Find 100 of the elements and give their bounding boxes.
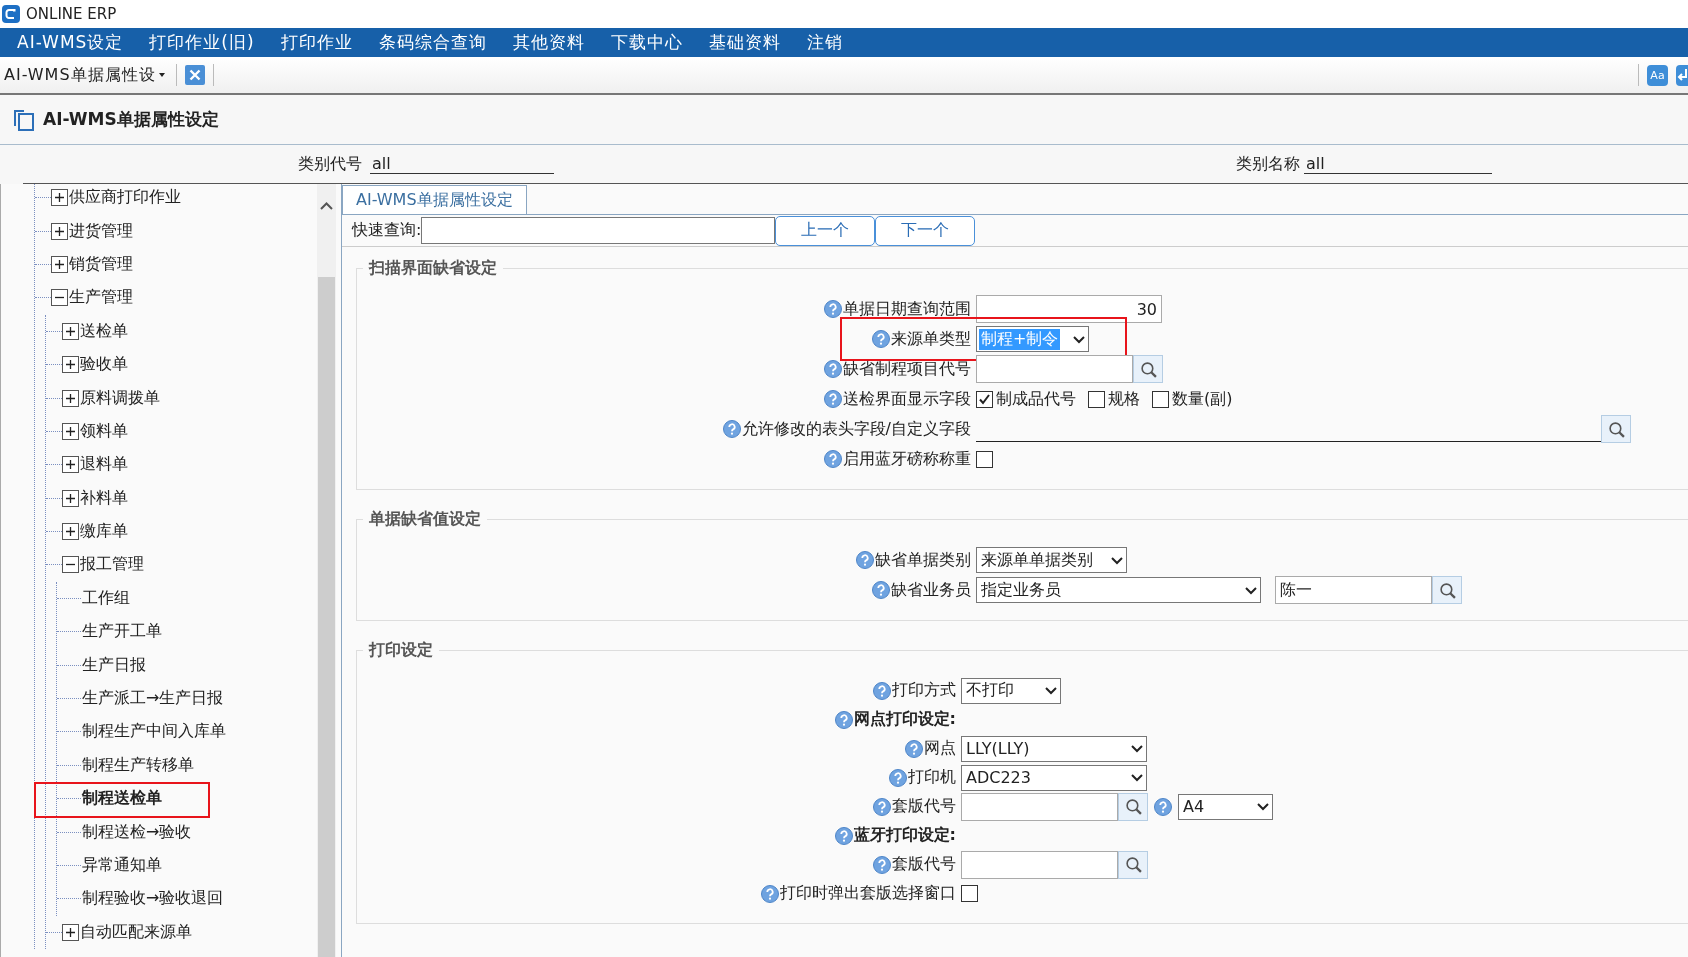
checkbox[interactable] <box>976 390 993 408</box>
search-button[interactable] <box>1601 415 1631 443</box>
search-icon <box>1124 856 1142 873</box>
collapse-icon[interactable] <box>62 556 79 574</box>
tree-item[interactable]: 验收单 <box>79 354 128 376</box>
tree-item[interactable]: 送检单 <box>79 320 128 342</box>
input-field[interactable] <box>976 355 1133 383</box>
expand-icon[interactable] <box>51 222 68 240</box>
expand-icon[interactable] <box>62 389 79 407</box>
search-field[interactable] <box>421 217 776 244</box>
tree-item[interactable]: 制程送检单 <box>81 788 162 810</box>
input-field[interactable]: 30 <box>976 295 1162 323</box>
expand-icon[interactable] <box>51 255 68 273</box>
menu-item[interactable]: AI-WMS设定 <box>17 31 124 54</box>
chevron-up-icon[interactable] <box>320 202 333 210</box>
tree-item[interactable]: 制程验收→验收退回 <box>81 888 224 910</box>
checkbox[interactable] <box>961 885 978 902</box>
expand-icon[interactable] <box>51 189 68 207</box>
tree-item[interactable]: 生产派工→生产日报 <box>81 688 224 710</box>
help-icon[interactable] <box>856 551 874 569</box>
tree-item[interactable]: 原料调拨单 <box>79 387 160 409</box>
help-icon[interactable] <box>873 681 891 700</box>
field-label: 打印机 <box>908 767 956 788</box>
input-field[interactable] <box>961 792 1118 821</box>
page-title: AI-WMS单据属性设定 <box>43 108 219 131</box>
dropdown[interactable]: 不打印 <box>961 677 1061 704</box>
menu-item[interactable]: 下载中心 <box>610 31 683 54</box>
search-button[interactable] <box>1118 850 1148 879</box>
search-button[interactable] <box>1133 355 1163 383</box>
help-icon[interactable] <box>824 300 842 318</box>
help-icon[interactable] <box>872 581 890 599</box>
expand-icon[interactable] <box>62 523 79 541</box>
help-icon[interactable] <box>824 360 842 378</box>
help-icon[interactable] <box>873 855 891 874</box>
tree-item[interactable]: 报工管理 <box>79 554 144 576</box>
dropdown[interactable]: ADC223 <box>961 764 1147 791</box>
dropdown[interactable]: A4 <box>1178 793 1273 820</box>
scrollbar[interactable] <box>317 184 336 957</box>
help-icon[interactable] <box>824 390 842 408</box>
help-icon[interactable] <box>889 768 907 787</box>
tree-item[interactable]: 自动匹配来源单 <box>79 921 192 943</box>
previous-button[interactable]: 上一个 <box>775 215 876 246</box>
dropdown[interactable]: LLY(LLY) <box>961 735 1147 762</box>
tree-item[interactable]: 生产管理 <box>68 287 133 309</box>
tree-item[interactable]: 生产开工单 <box>81 621 162 643</box>
expand-icon[interactable] <box>62 356 79 374</box>
help-icon[interactable] <box>834 710 853 729</box>
input-field[interactable]: 陈一 <box>1275 576 1432 604</box>
help-icon[interactable] <box>824 450 842 468</box>
expand-icon[interactable] <box>62 456 79 474</box>
document-tab[interactable]: AI-WMS单据属性设 <box>4 64 156 86</box>
menu-item[interactable]: 条码综合查询 <box>378 31 487 54</box>
checkbox[interactable] <box>1088 390 1105 408</box>
dropdown[interactable]: 指定业务员 <box>976 577 1261 603</box>
scroll-thumb[interactable] <box>318 277 335 957</box>
help-icon[interactable] <box>1154 797 1172 816</box>
help-icon[interactable] <box>905 739 923 758</box>
tree-item[interactable]: 制程生产转移单 <box>81 754 194 776</box>
tree-item[interactable]: 制程生产中间入库单 <box>81 721 226 743</box>
expand-icon[interactable] <box>62 489 79 507</box>
menu-item[interactable]: 注销 <box>806 31 843 54</box>
tree-item[interactable]: 退料单 <box>79 454 128 476</box>
tree-item[interactable]: 补料单 <box>79 487 128 509</box>
expand-icon[interactable] <box>62 923 79 941</box>
tree-item[interactable]: 工作组 <box>81 587 130 609</box>
search-icon <box>1139 360 1157 378</box>
expand-icon[interactable] <box>62 422 79 440</box>
search-button[interactable] <box>1432 576 1462 604</box>
help-icon[interactable] <box>872 330 890 348</box>
next-button[interactable]: 下一个 <box>875 215 976 246</box>
return-arrow-icon[interactable] <box>1676 64 1688 86</box>
group-title: 打印设定 <box>367 640 434 661</box>
help-icon[interactable] <box>722 420 741 438</box>
tree-item[interactable]: 领料单 <box>79 420 128 442</box>
checkbox[interactable] <box>976 450 993 468</box>
help-icon[interactable] <box>873 797 891 816</box>
expand-icon[interactable] <box>62 322 79 340</box>
tree-item[interactable]: 销货管理 <box>68 253 133 275</box>
checkbox[interactable] <box>1152 390 1169 408</box>
dropdown[interactable]: 来源单单据类别 <box>976 547 1127 573</box>
input-field[interactable]: all <box>1304 154 1492 174</box>
tree-item[interactable]: 异常通知单 <box>81 855 162 876</box>
help-icon[interactable] <box>761 884 779 903</box>
menu-item[interactable]: 打印作业(旧) <box>149 31 255 54</box>
tree-item[interactable]: 生产日报 <box>81 654 146 676</box>
menu-item[interactable]: 打印作业 <box>280 31 353 54</box>
field-label: 送检界面显示字段 <box>843 388 971 410</box>
tree-item[interactable]: 进货管理 <box>68 220 133 242</box>
tree-item[interactable]: 制程送检→验收 <box>81 821 192 843</box>
menu-item[interactable]: 其他资料 <box>512 31 585 54</box>
input-field[interactable]: all <box>370 154 554 174</box>
help-icon[interactable] <box>834 826 853 845</box>
tree-item[interactable]: 供应商打印作业 <box>68 187 181 209</box>
menu-item[interactable]: 基础资料 <box>708 31 781 54</box>
input-field[interactable] <box>961 850 1118 879</box>
search-button[interactable] <box>1118 792 1148 821</box>
tree-item[interactable]: 缴库单 <box>79 521 128 543</box>
tab[interactable]: AI-WMS单据属性设定 <box>342 185 527 214</box>
close-icon[interactable] <box>184 65 205 85</box>
collapse-icon[interactable] <box>51 289 68 307</box>
